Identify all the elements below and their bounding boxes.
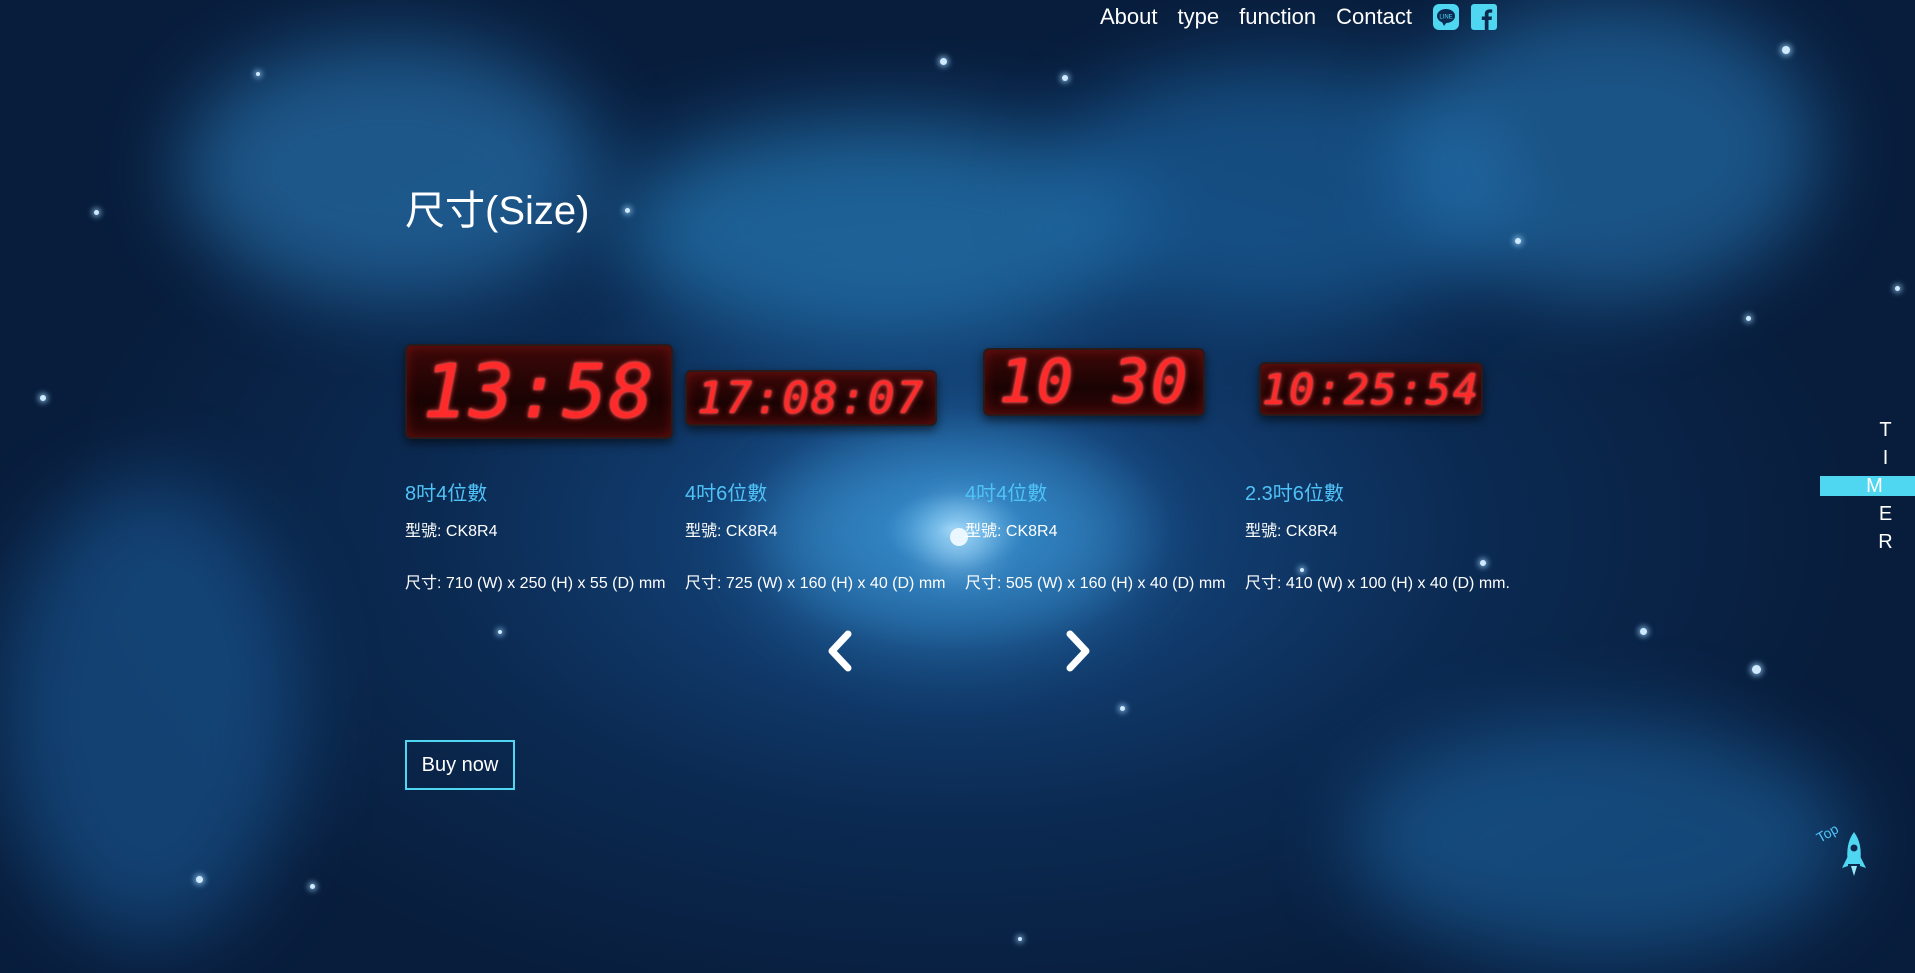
back-to-top-button[interactable]: Top: [1810, 820, 1880, 890]
led-clock-display: 10:25:54: [1259, 362, 1483, 416]
product-name: 8吋4位數: [405, 483, 488, 505]
facebook-icon[interactable]: [1470, 3, 1498, 31]
product-model: 型號: CK8R4: [965, 523, 1058, 540]
timer-letter: E: [1878, 503, 1893, 525]
product-model: 型號: CK8R4: [405, 523, 498, 540]
timer-letter: M: [1866, 475, 1883, 497]
nav-type[interactable]: type: [1178, 4, 1220, 30]
product-model: 型號: CK8R4: [685, 523, 778, 540]
page-title: 尺寸(Size): [405, 189, 590, 233]
nav-about[interactable]: About: [1100, 4, 1158, 30]
carousel-next-button[interactable]: [1058, 626, 1098, 676]
product-card: 10:25:54 2.3吋6位數 型號: CK8R4 尺寸: 410 (W) x…: [1245, 340, 1525, 593]
product-size: 尺寸: 725 (W) x 160 (H) x 40 (D) mm: [685, 575, 946, 592]
product-name: 4吋4位數: [965, 483, 1048, 505]
rocket-icon: [1842, 832, 1866, 876]
chevron-left-icon: [828, 630, 852, 672]
product-card: 13:58 8吋4位數 型號: CK8R4 尺寸: 710 (W) x 250 …: [405, 340, 685, 593]
product-name: 2.3吋6位數: [1245, 483, 1344, 505]
product-card: 17:08:07 4吋6位數 型號: CK8R4 尺寸: 725 (W) x 1…: [685, 340, 965, 593]
timer-letter: R: [1878, 531, 1893, 553]
product-model: 型號: CK8R4: [1245, 523, 1338, 540]
buy-now-button[interactable]: Buy now: [405, 740, 515, 790]
nav-contact[interactable]: Contact: [1336, 4, 1412, 30]
product-name: 4吋6位數: [685, 483, 768, 505]
timer-letter: T: [1879, 419, 1892, 441]
carousel-prev-button[interactable]: [820, 626, 860, 676]
timer-letter: I: [1882, 447, 1889, 469]
product-card: 10 30 4吋4位數 型號: CK8R4 尺寸: 505 (W) x 160 …: [965, 340, 1245, 593]
nav-function[interactable]: function: [1239, 4, 1316, 30]
product-size: 尺寸: 710 (W) x 250 (H) x 55 (D) mm: [405, 575, 666, 592]
product-carousel: 13:58 8吋4位數 型號: CK8R4 尺寸: 710 (W) x 250 …: [405, 340, 1525, 593]
top-nav: About type function Contact LINE: [1100, 4, 1508, 30]
svg-text:LINE: LINE: [1439, 15, 1452, 21]
line-icon[interactable]: LINE: [1432, 3, 1460, 31]
side-timer-nav[interactable]: T I M E R: [1820, 416, 1915, 556]
product-size: 尺寸: 505 (W) x 160 (H) x 40 (D) mm: [965, 575, 1226, 592]
product-size: 尺寸: 410 (W) x 100 (H) x 40 (D) mm.: [1245, 575, 1510, 592]
led-clock-display: 13:58: [405, 344, 673, 439]
led-clock-display: 17:08:07: [685, 370, 937, 426]
chevron-right-icon: [1066, 630, 1090, 672]
led-clock-display: 10 30: [983, 347, 1205, 417]
